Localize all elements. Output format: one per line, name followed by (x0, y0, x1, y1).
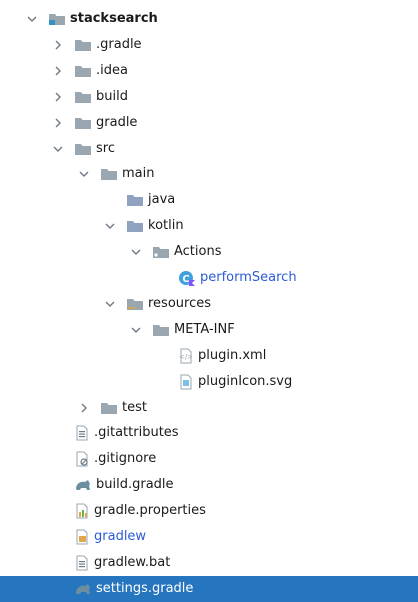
tree-item-label: java (148, 192, 176, 208)
tree-item-label: build.gradle (96, 477, 174, 493)
gradle-icon (74, 478, 92, 492)
tree-item-label: .gradle (96, 36, 142, 52)
chevron-down-icon[interactable] (102, 291, 118, 317)
kotlin-class-icon: C (178, 270, 196, 286)
folder-icon (152, 323, 170, 337)
package-icon (152, 245, 170, 259)
script-file-icon (74, 529, 90, 545)
tree-item-label: plugin.xml (198, 347, 267, 363)
tree-row[interactable]: .gitignore (0, 446, 418, 472)
chevron-down-icon[interactable] (128, 239, 144, 265)
tree-row[interactable]: gradlew.bat (0, 550, 418, 576)
folder-icon (100, 401, 118, 415)
tree-item-label: build (96, 88, 128, 104)
tree-row[interactable]: src (0, 136, 418, 162)
text-file-icon (74, 425, 90, 441)
tree-row[interactable]: .idea (0, 58, 418, 84)
chevron-right-icon[interactable] (50, 110, 66, 136)
chevron-right-icon[interactable] (76, 395, 92, 421)
chevron-down-icon[interactable] (76, 161, 92, 187)
tree-row[interactable]: build.gradle (0, 472, 418, 498)
chevron-right-icon[interactable] (50, 58, 66, 84)
tree-row[interactable]: resources (0, 291, 418, 317)
folder-icon (74, 116, 92, 130)
tree-item-label: main (122, 166, 155, 182)
tree-row[interactable]: gradle (0, 110, 418, 136)
tree-item-label: stacksearch (70, 11, 158, 26)
tree-item-label: .idea (96, 62, 128, 78)
tree-item-label: gradle (96, 114, 138, 130)
chevron-down-icon[interactable] (24, 6, 40, 32)
tree-item-label: kotlin (148, 218, 184, 234)
folder-icon (74, 142, 92, 156)
tree-row[interactable]: java (0, 187, 418, 213)
tree-item-label: src (96, 140, 115, 156)
tree-row[interactable]: Actions (0, 239, 418, 265)
xml-file-icon: </> (178, 348, 194, 364)
chevron-down-icon[interactable] (128, 317, 144, 343)
tree-item-label: .gitignore (94, 451, 157, 467)
chevron-down-icon[interactable] (102, 213, 118, 239)
svg-text:C: C (182, 274, 189, 285)
tree-row[interactable]: test (0, 395, 418, 421)
tree-row[interactable]: pluginIcon.svg (0, 369, 418, 395)
tree-row[interactable]: .gitattributes (0, 420, 418, 446)
chevron-right-icon[interactable] (50, 32, 66, 58)
tree-row[interactable]: gradle.properties (0, 498, 418, 524)
source-folder-icon (126, 219, 144, 233)
tree-item-label: gradle.properties (94, 503, 206, 519)
tree-row[interactable]: META-INF (0, 317, 418, 343)
tree-row[interactable]: CperformSearch (0, 265, 418, 291)
properties-file-icon (74, 503, 90, 519)
svg-text:</>: </> (179, 353, 193, 361)
chevron-down-icon[interactable] (50, 136, 66, 162)
tree-item-label: .gitattributes (94, 425, 179, 441)
tree-row[interactable]: stacksearch (0, 6, 418, 32)
tree-item-label: Actions (174, 244, 222, 260)
folder-icon (74, 90, 92, 104)
chevron-right-icon[interactable] (50, 84, 66, 110)
tree-row[interactable]: .gradle (0, 32, 418, 58)
tree-item-label: gradlew (94, 529, 147, 544)
tree-row[interactable]: kotlin (0, 213, 418, 239)
ignore-file-icon (74, 451, 90, 467)
tree-row[interactable]: gradlew (0, 524, 418, 550)
resources-folder-icon (126, 297, 144, 311)
module-folder-icon (48, 12, 66, 26)
tree-row[interactable]: </> plugin.xml (0, 343, 418, 369)
svg-file-icon (178, 374, 194, 390)
folder-icon (74, 64, 92, 78)
tree-item-label: performSearch (200, 270, 297, 285)
tree-item-label: test (122, 399, 147, 415)
tree-item-label: META-INF (174, 321, 235, 337)
text-file-icon (74, 555, 90, 571)
folder-icon (74, 38, 92, 52)
tree-item-label: gradlew.bat (94, 554, 171, 570)
folder-icon (100, 167, 118, 181)
source-folder-icon (126, 193, 144, 207)
tree-item-label: pluginIcon.svg (198, 373, 293, 389)
tree-row[interactable]: main (0, 161, 418, 187)
tree-item-label: resources (148, 295, 212, 311)
tree-row[interactable]: build (0, 84, 418, 110)
